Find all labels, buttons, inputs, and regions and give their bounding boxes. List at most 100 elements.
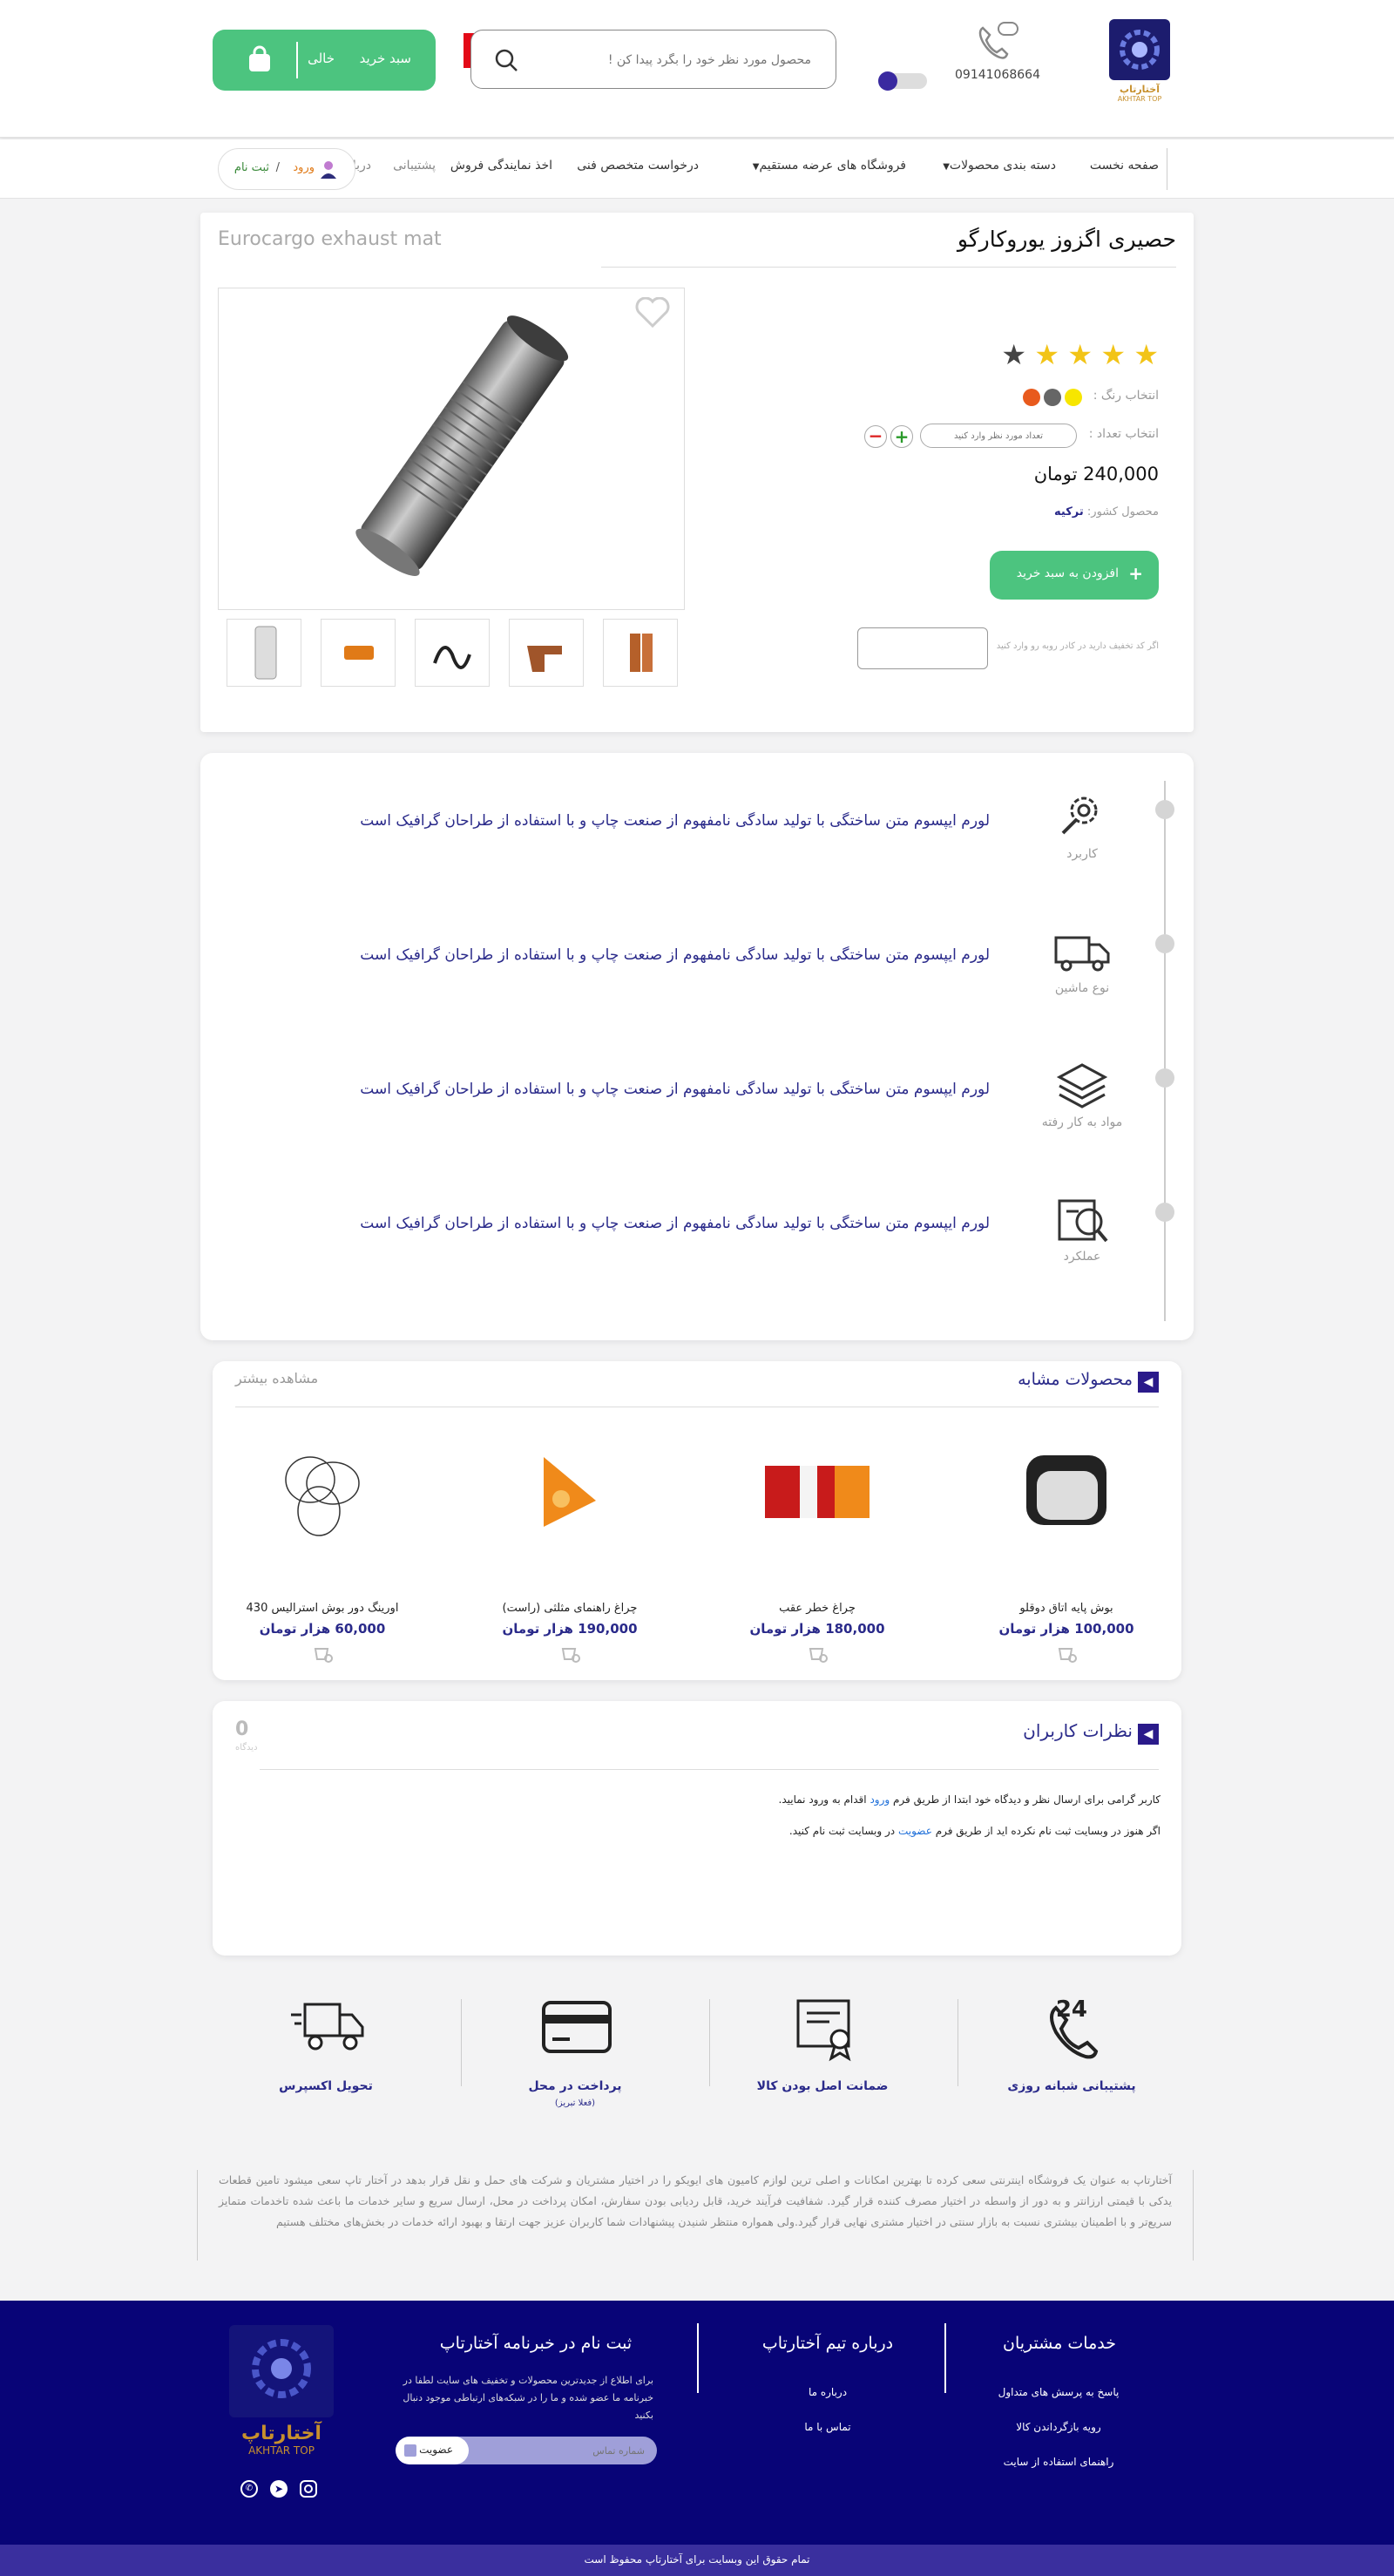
cart-button[interactable]: سبد خرید خالی [213, 30, 436, 91]
product-thumbnail [544, 1457, 596, 1527]
nav-sales-agency[interactable]: اخذ نمایندگی فروش [450, 159, 552, 173]
nav-home[interactable]: صفحه نخست [1090, 159, 1159, 173]
country-value: ترکیه [1054, 505, 1084, 519]
newsletter-text: برای اطلاع از جدیدترین محصولات و تخفیف ه… [403, 2375, 653, 2421]
section-divider [260, 1769, 1159, 1770]
notice-text: در وبسایت ثبت نام کنید. [788, 1825, 896, 1837]
theme-toggle[interactable] [878, 71, 927, 91]
qty-decrease-button[interactable]: − [864, 425, 887, 448]
star-icon[interactable]: ★ [1133, 338, 1159, 371]
thumbnail-image [630, 634, 653, 672]
comments-title: نظرات کاربران [1023, 1720, 1133, 1741]
phone-contact[interactable]: 09141068664 [950, 21, 1046, 82]
thumbnail[interactable] [603, 619, 678, 687]
origin-country: محصول کشور: ترکیه [1054, 505, 1159, 519]
search-icon[interactable] [494, 48, 518, 72]
footer-team-title: درباره تیم آختارتاپ [761, 2334, 894, 2353]
product-tile[interactable]: چراغ راهنمای مثلثی (راست) 190,000 هزار ت… [465, 1440, 674, 1666]
feature-label: کاربرد [1066, 847, 1098, 861]
newsletter-phone-input[interactable] [469, 2437, 657, 2464]
login-register-button[interactable]: ورود / ثبت نام [218, 148, 355, 190]
footer-services-title: خدمات مشتریان [1003, 2334, 1116, 2353]
newsletter-title: ثبت نام در خبرنامه آختارتاپ [439, 2334, 633, 2353]
product-image[interactable] [219, 288, 684, 609]
star-icon[interactable]: ★ [1034, 338, 1059, 371]
thumbnail[interactable] [227, 619, 301, 687]
comment-login-link[interactable]: ورود [870, 1793, 890, 1806]
search-input[interactable] [550, 48, 811, 72]
heart-favorite-icon[interactable] [635, 297, 670, 329]
service-item: 24 پشتیبانی شبانه روزی [976, 1987, 1167, 2126]
footer-link-about[interactable]: درباره ما [749, 2386, 906, 2398]
thumbnail[interactable] [415, 619, 490, 687]
product-thumbnail [285, 1456, 360, 1536]
service-item: تحویل اکسپرس [230, 1987, 422, 2126]
nav-direct-stores[interactable]: فروشگاه های عرضه مستقیم▼ [753, 159, 906, 173]
discount-input[interactable] [857, 627, 988, 669]
nav-support[interactable]: پشتیبانی [393, 159, 436, 173]
product-tile-price: 180,000 هزار تومان [749, 1621, 885, 1637]
login-link[interactable]: ورود [293, 161, 315, 174]
product-thumbnail [765, 1466, 870, 1518]
main-navigation: صفحه نخست دسته بندی محصولات▼ فروشگاه های… [0, 139, 1394, 199]
title-divider [601, 267, 1176, 268]
chevron-down-icon: ▼ [943, 162, 950, 172]
comment-register-link[interactable]: عضویت [898, 1825, 932, 1837]
star-empty-icon[interactable]: ★ [1001, 338, 1026, 371]
footer-logo-text: آختارتاپ [241, 2423, 321, 2444]
phone-number: 09141068664 [955, 68, 1040, 82]
qty-increase-button[interactable]: + [890, 425, 913, 448]
add-cart-icon[interactable] [559, 1644, 580, 1663]
truck-icon [1054, 936, 1110, 972]
footer-link-faq[interactable]: پاسخ به پرسش های متداول [985, 2386, 1133, 2398]
service-divider [709, 1999, 710, 2086]
instagram-icon[interactable] [300, 2480, 317, 2498]
telegram-icon[interactable]: ➤ [270, 2480, 288, 2498]
service-divider [461, 1999, 462, 2086]
timeline-dot [1155, 1203, 1174, 1222]
register-link[interactable]: ثبت نام [234, 161, 269, 174]
service-label: پرداخت در محل [528, 2079, 622, 2093]
newsletter-submit-button[interactable]: عضویت [396, 2437, 469, 2464]
footer-link-returns[interactable]: رویه بازگرداندن کالا [985, 2421, 1133, 2433]
color-swatch-orange[interactable] [1023, 389, 1040, 406]
layers-icon [1056, 1063, 1108, 1108]
thumbnail[interactable] [321, 619, 396, 687]
nav-technical-expert[interactable]: درخواست متخصص فنی [577, 159, 699, 173]
comments-count-label: دیدگاه [235, 1743, 258, 1752]
similar-products-title: محصولات مشابه [1018, 1370, 1133, 1389]
search-box[interactable] [470, 30, 836, 89]
comment-register-notice: اگر هنوز در وبسایت ثبت نام نکرده اید از … [789, 1825, 1161, 1837]
footer-link-guide[interactable]: راهنمای استفاده از سایت [985, 2456, 1133, 2468]
thumbnail[interactable] [509, 619, 584, 687]
footer-logo[interactable]: آختارتاپ AKHTAR TOP [225, 2323, 338, 2463]
whatsapp-icon[interactable]: ✆ [240, 2480, 258, 2498]
certificate-icon [796, 1999, 851, 2062]
star-icon[interactable]: ★ [1067, 338, 1093, 371]
qty-input[interactable] [920, 424, 1077, 448]
service-item: پرداخت در محل (فعلا تبریز) [479, 1987, 671, 2126]
plus-icon: + [1128, 563, 1143, 584]
product-card: حصیری اگزوز یوروکارگو Eurocargo exhaust … [200, 213, 1194, 732]
color-swatch-yellow[interactable] [1065, 389, 1082, 406]
product-tile[interactable]: چراغ خطر عقب 180,000 هزار تومان [713, 1440, 922, 1666]
service-sublabel: (فعلا تبریز) [554, 2098, 596, 2108]
discount-label: اگر کد تخفیف دارید در کادر روبه رو وارد … [996, 641, 1159, 651]
product-tile[interactable]: اورینگ دور بوش استرالیس 430 60,000 هزار … [218, 1440, 427, 1666]
view-more-link[interactable]: مشاهده بیشتر [235, 1370, 318, 1386]
nav-categories[interactable]: دسته بندی محصولات▼ [943, 159, 1056, 173]
product-tile[interactable]: بوش پایه اتاق دوقلو 100,000 هزار تومان [962, 1440, 1171, 1666]
color-swatch-gray[interactable] [1044, 389, 1061, 406]
add-cart-icon[interactable] [1056, 1644, 1077, 1663]
about-block: آختارتاپ به عنوان یک فروشگاه اینترنتی سع… [197, 2170, 1194, 2261]
footer-link-contact[interactable]: تماس با ما [749, 2421, 906, 2433]
product-price: 240,000 تومان [1033, 464, 1159, 485]
site-logo[interactable]: آختارتاپ AKHTAR TOP [1105, 17, 1174, 108]
product-tile-name: بوش پایه اتاق دوقلو [1019, 1602, 1113, 1615]
add-cart-icon[interactable] [312, 1644, 333, 1663]
cart-divider [296, 42, 298, 78]
footer-divider [944, 2323, 946, 2393]
add-to-cart-button[interactable]: + افزودن به سبد خرید [990, 551, 1159, 600]
add-cart-icon[interactable] [807, 1644, 828, 1663]
star-icon[interactable]: ★ [1100, 338, 1126, 371]
